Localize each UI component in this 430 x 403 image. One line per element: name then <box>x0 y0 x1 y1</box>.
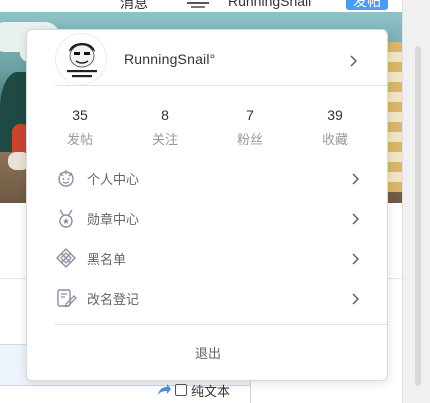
chevron-right-icon[interactable] <box>352 253 359 265</box>
menu-item-label: 改名登记 <box>87 291 140 307</box>
share-arrow-icon[interactable] <box>156 383 172 397</box>
plain-text-label: 纯文本 <box>191 383 231 399</box>
menu-item-label: 勋章中心 <box>87 211 140 227</box>
stat-following[interactable]: 8 关注 <box>130 106 200 148</box>
user-dropdown-menu: RunningSnail° 35 发帖 8 关注 7 粉丝 39 收藏 个人中心 <box>26 29 388 381</box>
page-scrollbar[interactable] <box>402 0 430 403</box>
chevron-right-icon[interactable] <box>352 293 359 305</box>
rename-icon <box>57 289 77 308</box>
navbar-avatar[interactable] <box>184 0 212 10</box>
divider <box>55 324 387 325</box>
top-navbar: 消息 RunningSnail 发帖 <box>0 0 430 12</box>
blacklist-icon <box>56 248 76 268</box>
stat-favorites-value: 39 <box>327 107 343 123</box>
stat-followers-value: 7 <box>246 107 254 123</box>
menu-item-blacklist[interactable]: 黑名单 <box>55 243 361 273</box>
menu-item-rename[interactable]: 改名登记 <box>55 283 361 313</box>
plain-text-checkbox[interactable] <box>175 384 187 396</box>
stat-following-value: 8 <box>161 107 169 123</box>
popover-username[interactable]: RunningSnail° <box>124 51 215 67</box>
divider <box>55 85 387 86</box>
menu-item-personal-center[interactable]: 个人中心 <box>55 163 361 193</box>
meme-face-icon <box>56 34 106 84</box>
stat-favorites-label: 收藏 <box>321 132 348 147</box>
scrollbar-thumb[interactable] <box>415 46 421 386</box>
post-button[interactable]: 发帖 <box>346 0 388 10</box>
chevron-right-icon[interactable] <box>350 55 357 67</box>
medal-icon <box>59 209 73 228</box>
logout-button[interactable]: 退出 <box>27 343 389 362</box>
menu-item-label: 黑名单 <box>87 251 127 267</box>
messages-link[interactable]: 消息 <box>120 0 148 12</box>
profile-header[interactable]: RunningSnail° <box>27 30 387 88</box>
personal-center-icon <box>58 170 74 187</box>
stat-favorites[interactable]: 39 收藏 <box>300 106 370 148</box>
plain-text-toggle[interactable]: 纯文本 <box>156 380 230 400</box>
avatar[interactable] <box>55 33 107 85</box>
stat-posts-value: 35 <box>72 107 88 123</box>
stat-followers[interactable]: 7 粉丝 <box>215 106 285 148</box>
stat-posts-label: 发帖 <box>66 132 93 147</box>
stat-posts[interactable]: 35 发帖 <box>45 106 115 148</box>
menu-item-medal-center[interactable]: 勋章中心 <box>55 203 361 233</box>
chevron-right-icon[interactable] <box>352 173 359 185</box>
menu-item-label: 个人中心 <box>87 171 140 187</box>
stat-followers-label: 粉丝 <box>236 132 263 147</box>
stat-following-label: 关注 <box>151 132 178 147</box>
chevron-right-icon[interactable] <box>352 213 359 225</box>
navbar-username[interactable]: RunningSnail <box>228 0 311 9</box>
